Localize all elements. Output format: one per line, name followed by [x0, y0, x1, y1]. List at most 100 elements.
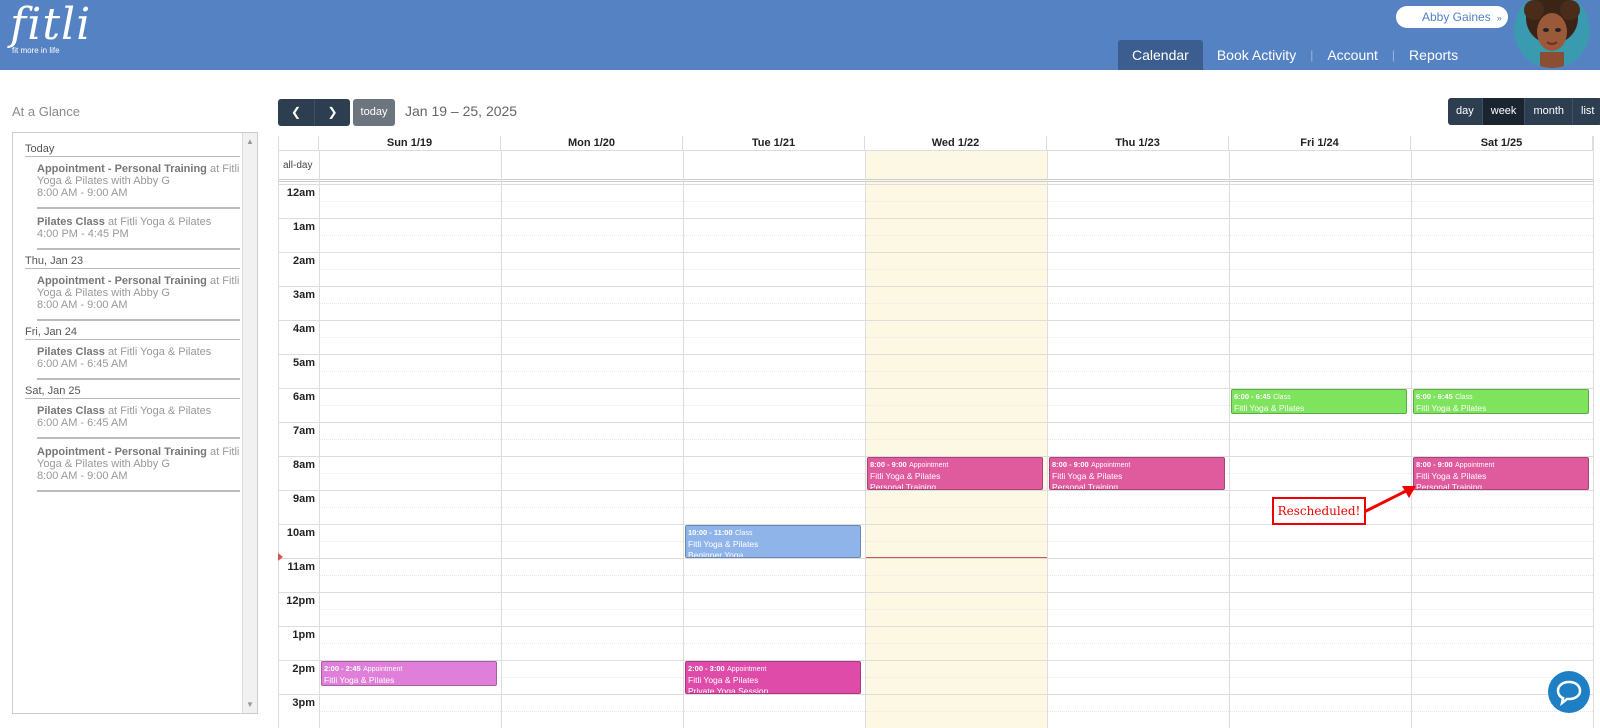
hour-label: 7am — [292, 425, 315, 437]
event-time: 8:00 - 9:00 — [1052, 460, 1089, 469]
glance-item[interactable]: Appointment - Personal Training at Fitli… — [37, 444, 240, 492]
column-divider — [319, 151, 320, 728]
half-hour-gridline — [319, 643, 1593, 644]
glance-item-prefix: at — [209, 275, 220, 287]
column-divider — [501, 151, 502, 728]
scroll-down-icon[interactable]: ▼ — [246, 700, 254, 709]
hour-label: 4am — [292, 323, 315, 335]
column-divider — [683, 151, 684, 728]
glance-day-header: Fri, Jan 24 — [25, 326, 240, 340]
next-week-button[interactable]: ❯ — [314, 99, 350, 126]
scroll-up-icon[interactable]: ▲ — [246, 137, 254, 146]
nav-account[interactable]: Account — [1313, 40, 1392, 70]
half-hour-gridline — [319, 235, 1593, 236]
hour-gridline — [279, 626, 1593, 627]
glance-item[interactable]: Pilates Class at Fitli Yoga & Pilates 6:0… — [37, 344, 240, 380]
fitli-logo[interactable]: fitli fit more in life — [10, 2, 91, 56]
day-column-header[interactable]: Sat 1/25 — [1411, 136, 1593, 151]
event-time: 2:00 - 3:00 — [688, 664, 725, 673]
chevron-right-icon: ❯ — [327, 105, 338, 119]
event-time: 6:00 - 6:45 — [1416, 392, 1453, 401]
avatar[interactable] — [1514, 0, 1590, 68]
event-line: Personal Training — [1052, 482, 1119, 490]
event-kind: Class — [735, 530, 753, 537]
glance-item-prefix: at — [107, 346, 118, 358]
day-column-header[interactable]: Mon 1/20 — [501, 136, 683, 151]
glance-item[interactable]: Pilates Class at Fitli Yoga & Pilates 4:0… — [37, 214, 240, 250]
day-column-header[interactable]: Fri 1/24 — [1229, 136, 1411, 151]
glance-item-time: 8:00 AM - 9:00 AM — [37, 470, 128, 482]
chevron-double-down-icon: » — [1496, 13, 1502, 23]
day-column-header[interactable]: Sun 1/19 — [319, 136, 501, 151]
glance-item-prefix: at — [209, 163, 220, 175]
calendar-event[interactable]: 6:00 - 6:45 Class Fitli Yoga & Pilates — [1413, 389, 1589, 414]
glance-item-prefix: at — [107, 405, 118, 417]
now-indicator-arrow — [278, 553, 283, 562]
hour-label: 2pm — [292, 663, 315, 675]
event-kind: Appointment — [363, 666, 403, 673]
glance-item[interactable]: Appointment - Personal Training at Fitli… — [37, 161, 240, 209]
glance-item-title: Appointment - Personal Training — [37, 275, 207, 287]
view-month-button[interactable]: month — [1524, 98, 1573, 125]
all-day-row[interactable]: all-day — [279, 151, 1593, 182]
glance-item-prefix: at — [209, 446, 220, 458]
calendar-event[interactable]: 8:00 - 9:00 Appointment Fitli Yoga & Pila… — [1413, 457, 1589, 490]
hour-label: 3pm — [292, 697, 315, 709]
gutter-header — [279, 136, 319, 151]
glance-item-time: 6:00 AM - 6:45 AM — [37, 358, 128, 370]
glance-item[interactable]: Appointment - Personal Training at Fitli… — [37, 273, 240, 321]
calendar-event[interactable]: 8:00 - 9:00 Appointment Fitli Yoga & Pila… — [867, 457, 1043, 490]
hour-label: 11am — [287, 561, 315, 573]
hour-label: 2am — [292, 255, 315, 267]
glance-list: Today Appointment - Personal Training at … — [25, 143, 240, 497]
half-hour-gridline — [319, 711, 1593, 712]
calendar-event[interactable]: 2:00 - 3:00 Appointment Fitli Yoga & Pila… — [685, 661, 861, 694]
calendar-event[interactable]: 2:00 - 2:45 Appointment Fitli Yoga & Pila… — [321, 661, 497, 686]
user-menu-button[interactable]: Abby Gaines » — [1396, 6, 1508, 28]
date-range-title: Jan 19 – 25, 2025 — [405, 103, 518, 119]
top-header: fitli fit more in life Abby Gaines » Cale… — [0, 0, 1600, 70]
glance-panel[interactable]: ▲ ▼ Today Appointment - Personal Training… — [12, 132, 258, 714]
prev-week-button[interactable]: ❮ — [278, 99, 314, 126]
hour-gridline — [279, 320, 1593, 321]
view-day-button[interactable]: day — [1448, 98, 1482, 125]
nav-book-activity[interactable]: Book Activity — [1203, 40, 1310, 70]
day-column-header[interactable]: Wed 1/22 — [865, 136, 1047, 151]
glance-item[interactable]: Pilates Class at Fitli Yoga & Pilates 6:0… — [37, 403, 240, 439]
hour-gridline — [279, 252, 1593, 253]
calendar-event[interactable]: 6:00 - 6:45 Class Fitli Yoga & Pilates — [1231, 389, 1407, 414]
event-time: 2:00 - 2:45 — [324, 664, 361, 673]
view-week-button[interactable]: week — [1481, 98, 1525, 125]
chevron-left-icon: ❮ — [290, 105, 302, 119]
glance-item-title: Pilates Class — [37, 216, 105, 228]
glance-day-header: Sat, Jan 25 — [25, 385, 240, 399]
half-hour-gridline — [319, 303, 1593, 304]
hour-label: 1am — [292, 221, 315, 233]
hour-gridline — [279, 694, 1593, 695]
event-line: Beginner Yoga — [688, 550, 744, 558]
nav-reports[interactable]: Reports — [1395, 40, 1472, 70]
event-kind: Appointment — [727, 666, 767, 673]
chat-button[interactable] — [1548, 671, 1590, 713]
glance-item-place: Fitli Yoga & Pilates — [120, 216, 212, 228]
time-grid[interactable]: 12am 1am 2am 3am 4am 5am 6am 7am 8am 9am 10am 11am 1… — [279, 184, 1593, 728]
chat-bubble-icon — [1556, 680, 1582, 707]
all-day-label: all-day — [283, 160, 313, 171]
day-column-header[interactable]: Thu 1/23 — [1047, 136, 1229, 151]
half-hour-gridline — [319, 201, 1593, 202]
hour-gridline — [279, 422, 1593, 423]
day-column-header[interactable]: Tue 1/21 — [683, 136, 865, 151]
event-kind: Class — [1273, 394, 1291, 401]
calendar-event[interactable]: 8:00 - 9:00 Appointment Fitli Yoga & Pila… — [1049, 457, 1225, 490]
glance-scrollbar[interactable]: ▲ ▼ — [242, 133, 257, 713]
hour-label: 8am — [292, 459, 315, 471]
event-line: Fitli Yoga & Pilates — [1416, 403, 1487, 413]
today-button[interactable]: today — [353, 99, 395, 126]
glance-day-header: Thu, Jan 23 — [25, 255, 240, 269]
view-list-button[interactable]: list — [1572, 98, 1600, 125]
calendar-event[interactable]: 10:00 - 11:00 Class Fitli Yoga & Pilates B… — [685, 525, 861, 558]
glance-item-time: 4:00 PM - 4:45 PM — [37, 228, 129, 240]
view-switcher: day week month list — [1448, 98, 1600, 125]
nav-calendar[interactable]: Calendar — [1118, 40, 1203, 70]
half-hour-gridline — [319, 575, 1593, 576]
